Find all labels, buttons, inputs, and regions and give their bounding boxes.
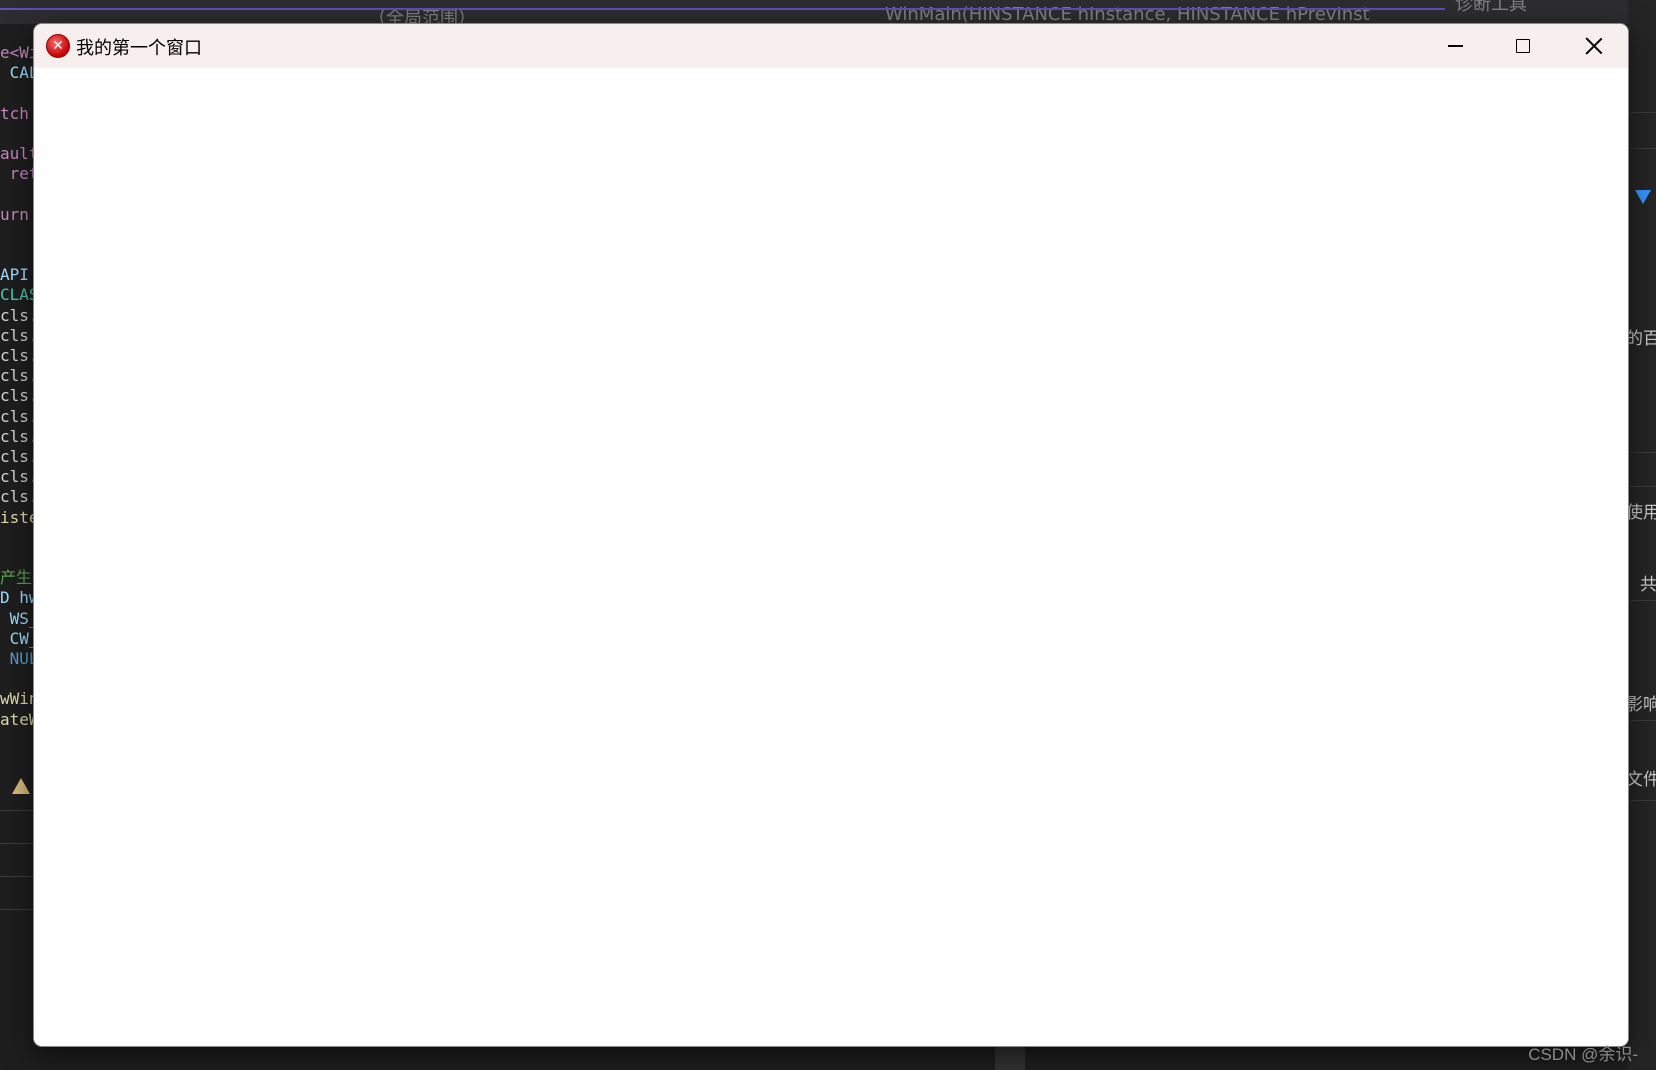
panel-divider <box>1630 600 1656 601</box>
error-app-icon[interactable]: ✕ <box>46 34 70 58</box>
active-tab-accent <box>0 8 1445 10</box>
minimize-icon <box>1448 45 1463 47</box>
code-line: cls. <box>0 325 39 345</box>
code-line: urn <box>0 204 29 224</box>
warning-icon <box>12 778 30 794</box>
maximize-button[interactable] <box>1488 24 1558 68</box>
panel-text: 共 <box>1640 575 1656 595</box>
window-client-area[interactable] <box>34 68 1628 1046</box>
code-line: cls. <box>0 467 39 487</box>
code-line: CW_ <box>0 628 39 648</box>
panel-divider <box>1630 148 1656 149</box>
code-line: cls. <box>0 366 39 386</box>
code-line: WS_ <box>0 608 39 628</box>
code-line: wWin <box>0 689 39 709</box>
panel-text: 的百 <box>1626 329 1656 349</box>
code-line: tch <box>0 103 29 123</box>
title-bar[interactable]: ✕ 我的第一个窗口 <box>34 24 1628 68</box>
panel-divider <box>1630 112 1656 113</box>
code-line: CAL <box>0 63 39 83</box>
panel-divider <box>1630 452 1656 453</box>
panel-divider <box>1630 486 1656 487</box>
panel-divider <box>1630 720 1656 721</box>
code-line: D hw <box>0 588 39 608</box>
watermark: CSDN @余识- <box>1528 1045 1638 1064</box>
code-line: cls. <box>0 406 39 426</box>
code-line: cls. <box>0 487 39 507</box>
code-line: cls. <box>0 346 39 365</box>
window-title: 我的第一个窗口 <box>76 38 202 59</box>
status-bar-segment <box>995 1045 1025 1070</box>
code-line: ault <box>0 144 39 163</box>
code-line: cls. <box>0 305 39 325</box>
panel-text: 影响 <box>1626 695 1656 715</box>
code-line: cls. <box>0 426 39 446</box>
code-line: API <box>0 265 29 285</box>
code-line: ateW <box>0 709 39 729</box>
code-line: e<Wi <box>0 43 39 62</box>
code-line: cls. <box>0 386 39 406</box>
code-line: cls. <box>0 447 39 466</box>
app-window[interactable]: ✕ 我的第一个窗口 <box>34 24 1628 1046</box>
minimize-button[interactable] <box>1420 24 1490 68</box>
code-line: ret <box>0 164 39 184</box>
panel-divider <box>1630 800 1656 801</box>
dropdown-triangle-icon[interactable] <box>1635 190 1651 204</box>
close-button[interactable] <box>1558 24 1628 68</box>
code-line: iste <box>0 507 39 527</box>
panel-text: 文件 <box>1626 770 1656 790</box>
code-line: CLAS <box>0 285 39 305</box>
close-icon <box>1584 36 1604 56</box>
diagnostics-title: 诊断工具 <box>1455 0 1527 15</box>
code-line: NUL <box>0 649 39 668</box>
panel-text: 使用 <box>1626 503 1656 523</box>
diagnostics-panel <box>1628 0 1656 1070</box>
maximize-icon <box>1516 39 1530 53</box>
editor-top-strip: （全局范围） WinMain(HINSTANCE hInstance, HINS… <box>0 0 1656 29</box>
